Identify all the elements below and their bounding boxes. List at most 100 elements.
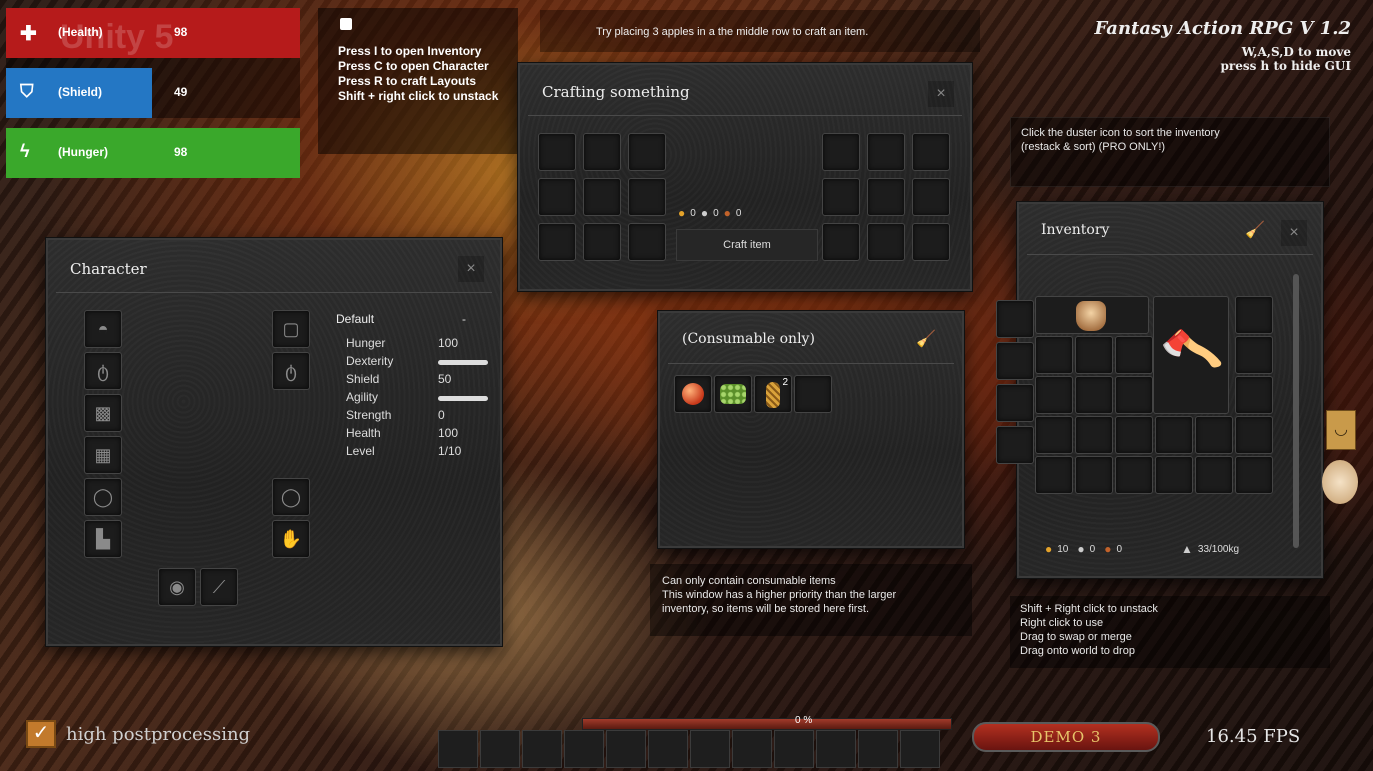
crafting-output-slot[interactable] <box>912 133 950 171</box>
inventory-window[interactable]: Inventory 🧹 × 🪓 ● 10 ● 0 ● 0 ▲ 33/100kg <box>1017 202 1323 578</box>
duster-icon[interactable]: 🧹 <box>916 329 936 349</box>
inventory-duster-icon[interactable]: 🧹 <box>1245 220 1265 240</box>
crafting-input-slot[interactable] <box>628 178 666 216</box>
cloak-slot[interactable]: ▢ <box>272 310 310 348</box>
inventory-slot[interactable] <box>1115 376 1153 414</box>
stat-preset-toggle[interactable]: - <box>462 312 466 326</box>
inventory-slot[interactable] <box>1035 416 1073 454</box>
crafting-output-slot[interactable] <box>822 223 860 261</box>
stat-value: 100 <box>438 336 459 350</box>
inventory-slot[interactable] <box>1075 416 1113 454</box>
boots-slot[interactable]: ▙ <box>84 520 122 558</box>
ring-slot-left[interactable]: ◯ <box>84 478 122 516</box>
stat-value: 0 <box>438 408 445 422</box>
inventory-bag-slot[interactable] <box>996 384 1034 422</box>
consumable-window[interactable]: (Consumable only) 🧹 2 <box>658 311 964 548</box>
helmet-slot[interactable]: ◓ <box>84 310 122 348</box>
inventory-slot[interactable] <box>1035 336 1073 374</box>
crafting-close-button[interactable]: × <box>928 81 954 107</box>
weapon-slot[interactable]: ⟋ <box>200 568 238 606</box>
hide-gui-hint: press h to hide GUI <box>1220 59 1351 73</box>
hotbar-slot[interactable] <box>648 730 688 768</box>
craft-item-button[interactable]: Craft item <box>676 229 818 261</box>
necklace-slot[interactable]: ტ <box>84 352 122 390</box>
hotbar-slot[interactable] <box>690 730 730 768</box>
inventory-slot[interactable] <box>1155 456 1193 494</box>
inventory-slot[interactable] <box>1235 376 1273 414</box>
help-checkbox[interactable] <box>340 18 352 30</box>
inventory-close-button[interactable]: × <box>1281 220 1307 246</box>
hotbar-slot[interactable] <box>900 730 940 768</box>
crafting-output-slot[interactable] <box>867 223 905 261</box>
hotbar-slot[interactable] <box>522 730 562 768</box>
inventory-slot[interactable] <box>1195 416 1233 454</box>
character-close-button[interactable]: × <box>458 256 484 282</box>
hotbar-slot[interactable] <box>438 730 478 768</box>
inventory-slot[interactable] <box>1035 376 1073 414</box>
help-line: Press C to open Character <box>338 59 489 73</box>
inventory-bag-slot[interactable] <box>996 342 1034 380</box>
axe-item[interactable]: 🪓 <box>1153 296 1229 414</box>
crafting-output-slot[interactable] <box>822 133 860 171</box>
inventory-bag-slot[interactable] <box>996 426 1034 464</box>
amulet-icon: ტ <box>285 361 297 381</box>
pineapple-slot[interactable]: 2 <box>754 375 792 413</box>
character-portrait-icon[interactable] <box>1322 460 1358 504</box>
crafting-output-slot[interactable] <box>867 133 905 171</box>
gloves-slot[interactable]: ✋ <box>272 520 310 558</box>
grapes-slot[interactable] <box>714 375 752 413</box>
inventory-slot[interactable] <box>1075 456 1113 494</box>
inventory-slot[interactable] <box>1235 336 1273 374</box>
inventory-scrollbar[interactable] <box>1293 274 1299 548</box>
chest-slot[interactable]: ▩ <box>84 394 122 432</box>
empty-consumable-slot[interactable] <box>794 375 832 413</box>
inventory-slot[interactable] <box>1235 416 1273 454</box>
inventory-slot[interactable] <box>1075 376 1113 414</box>
inventory-slot[interactable] <box>1115 416 1153 454</box>
apple-slot[interactable] <box>674 375 712 413</box>
inventory-slot[interactable] <box>1035 456 1073 494</box>
crafting-input-slot[interactable] <box>583 223 621 261</box>
crafting-output-slot[interactable] <box>867 178 905 216</box>
crafting-output-slot[interactable] <box>822 178 860 216</box>
offhand-slot[interactable]: ◉ <box>158 568 196 606</box>
inventory-slot[interactable] <box>1155 416 1193 454</box>
hotbar-slot[interactable] <box>564 730 604 768</box>
crafting-input-slot[interactable] <box>583 178 621 216</box>
crafting-input-slot[interactable] <box>628 223 666 261</box>
hotbar-slot[interactable] <box>480 730 520 768</box>
hotbar-slot[interactable] <box>606 730 646 768</box>
ring-slot-right[interactable]: ◯ <box>272 478 310 516</box>
hotbar-slot[interactable] <box>774 730 814 768</box>
armor-item[interactable] <box>1035 296 1149 334</box>
inventory-slot[interactable] <box>1115 336 1153 374</box>
bag-icon[interactable]: ◡ <box>1326 410 1356 450</box>
belt-slot[interactable]: ▦ <box>84 436 122 474</box>
health-value: 98 <box>174 25 188 39</box>
postprocessing-toggle[interactable]: ✓ high postprocessing <box>26 720 250 748</box>
hotbar-slot[interactable] <box>732 730 772 768</box>
hotbar-slot[interactable] <box>816 730 856 768</box>
crafting-input-slot[interactable] <box>628 133 666 171</box>
crafting-input-slot[interactable] <box>538 178 576 216</box>
inventory-slot[interactable] <box>1115 456 1153 494</box>
inventory-slot[interactable] <box>1195 456 1233 494</box>
crafting-input-slot[interactable] <box>538 223 576 261</box>
inventory-slot[interactable] <box>1235 456 1273 494</box>
crafting-output-slot[interactable] <box>912 223 950 261</box>
inventory-slot[interactable] <box>1075 336 1113 374</box>
sort-tip: Click the duster icon to sort the invent… <box>1021 127 1220 153</box>
inventory-bag-slot[interactable] <box>996 300 1034 338</box>
hotbar-slot[interactable] <box>858 730 898 768</box>
inventory-tips-box: Shift + Right click to unstack Right cli… <box>1010 596 1330 668</box>
crafting-output-slot[interactable] <box>912 178 950 216</box>
character-window[interactable]: Character × ◓ ტ ▩ ▦ ◯ ▙ ▢ ტ ◯ ✋ ◉ ⟋ Defa… <box>46 238 502 646</box>
inventory-tip: Shift + Right click to unstack <box>1020 603 1158 615</box>
postprocessing-checkbox[interactable]: ✓ <box>26 720 56 748</box>
crafting-input-slot[interactable] <box>538 133 576 171</box>
inventory-slot[interactable] <box>1235 296 1273 334</box>
amulet-slot[interactable]: ტ <box>272 352 310 390</box>
demo-label: DEMO 3 <box>1030 728 1102 746</box>
crafting-window[interactable]: Crafting something × ● 0 ● 0 ● 0 Craft i… <box>518 63 972 291</box>
crafting-input-slot[interactable] <box>583 133 621 171</box>
